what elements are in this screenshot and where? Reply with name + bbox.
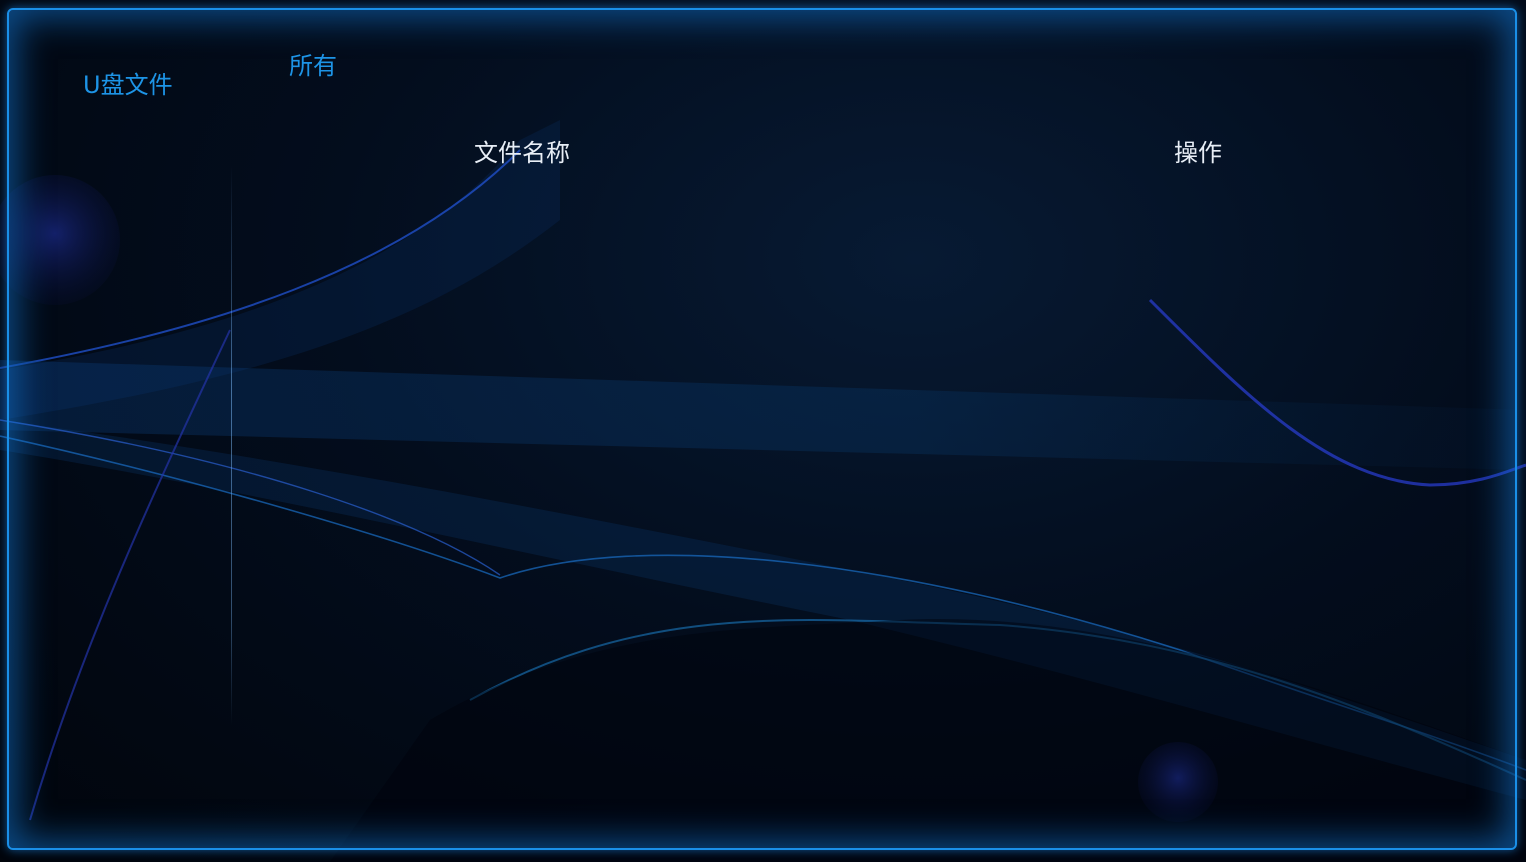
sidebar-divider — [231, 165, 232, 725]
background-waves — [0, 120, 1526, 862]
column-header-file-name: 文件名称 — [474, 139, 570, 167]
sidebar-item-usb-files[interactable]: U盘文件 — [83, 70, 173, 100]
filter-all-tab[interactable]: 所有 — [289, 51, 337, 81]
app-window: U盘文件 所有 文件名称 操作 — [0, 0, 1526, 862]
column-header-actions: 操作 — [1174, 139, 1222, 167]
